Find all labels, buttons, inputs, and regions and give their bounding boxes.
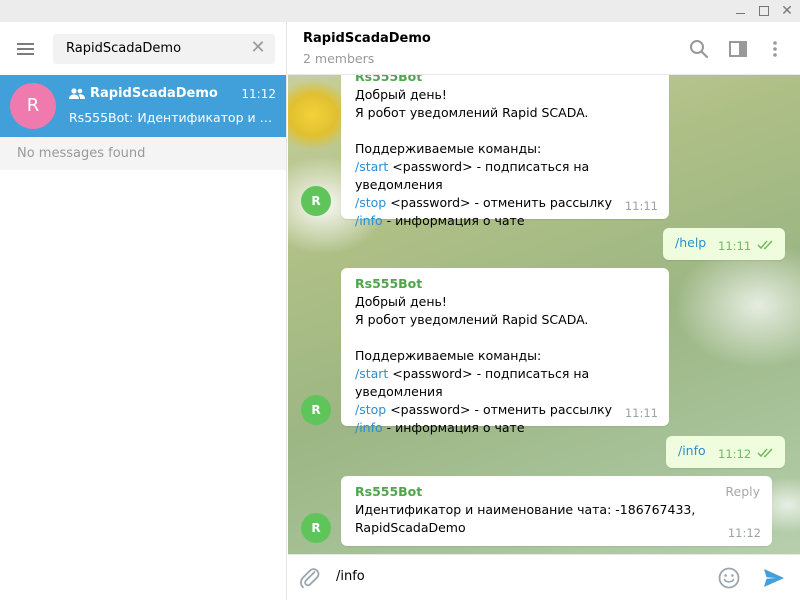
window-titlebar: ✕ <box>0 0 800 22</box>
avatar[interactable]: R <box>301 513 331 543</box>
outgoing-text[interactable]: /info <box>678 443 706 458</box>
avatar: R <box>10 83 56 129</box>
outgoing-message[interactable]: /info 11:12 <box>666 436 785 468</box>
command-line: /start <password> - подписаться на уведо… <box>355 365 669 401</box>
chat-name: RapidScadaDemo <box>90 86 218 101</box>
message-bubble[interactable]: Rs555Bot Добрый день! Я робот уведомлени… <box>341 75 669 228</box>
command-line: /stop <password> - отменить рассылку <box>355 194 669 212</box>
message-text: Идентификатор и наименование чата: -1867… <box>355 502 696 517</box>
chat-title[interactable]: RapidScadaDemo <box>303 31 431 46</box>
message-time: 11:11 <box>624 199 658 213</box>
hamburger-menu-icon[interactable] <box>15 41 37 57</box>
command-link[interactable]: /info <box>355 213 383 228</box>
search-field[interactable]: RapidScadaDemo ✕ <box>53 34 275 64</box>
reply-button[interactable]: Reply <box>725 483 760 501</box>
double-check-icon <box>757 240 773 250</box>
message-sender[interactable]: Rs555Bot <box>355 75 669 86</box>
command-desc: <password> - подписаться на уведомления <box>355 159 590 192</box>
chat-time: 11:12 <box>241 87 276 101</box>
command-line: /info - информация о чате <box>355 419 669 437</box>
outgoing-text[interactable]: /help <box>675 235 706 250</box>
attach-icon[interactable] <box>298 566 322 590</box>
search-icon[interactable] <box>688 38 710 60</box>
command-desc: - информация о чате <box>382 420 525 435</box>
command-desc: <password> - отменить рассылку <box>386 402 613 417</box>
message-sender[interactable]: Rs555Bot <box>355 483 772 501</box>
command-desc: - информация о чате <box>382 213 525 228</box>
message-bubble[interactable]: Rs555Bot Идентификатор и наименование ча… <box>341 476 772 546</box>
command-link[interactable]: /stop <box>355 195 386 210</box>
command-link[interactable]: /start <box>355 159 388 174</box>
double-check-icon <box>757 448 773 458</box>
group-chat-icon <box>69 88 85 99</box>
search-input[interactable]: RapidScadaDemo <box>66 41 181 56</box>
message-input[interactable]: /info <box>336 569 365 584</box>
command-link[interactable]: /start <box>355 366 388 381</box>
message-greeting: Добрый день! <box>355 294 447 309</box>
close-window-button[interactable]: ✕ <box>778 2 796 20</box>
message-commands-title: Поддерживаемые команды: <box>355 348 542 363</box>
message-commands-title: Поддерживаемые команды: <box>355 141 542 156</box>
command-desc: <password> - подписаться на уведомления <box>355 366 590 399</box>
emoji-icon[interactable] <box>717 566 741 590</box>
message-time: 11:12 <box>718 447 752 461</box>
minimize-window-button[interactable] <box>732 2 750 20</box>
chat-messages-area[interactable]: Rs555Bot Добрый день! Я робот уведомлени… <box>288 75 800 554</box>
message-sender[interactable]: Rs555Bot <box>355 275 669 293</box>
command-link[interactable]: /stop <box>355 402 386 417</box>
no-messages-found: No messages found <box>0 137 286 170</box>
command-line: /stop <password> - отменить рассылку <box>355 401 669 419</box>
chat-preview: Rs555Bot: Идентификатор и наименование ч… <box>69 110 279 125</box>
message-bubble[interactable]: Rs555Bot Добрый день! Я робот уведомлени… <box>341 268 669 435</box>
command-link[interactable]: /info <box>355 420 383 435</box>
message-intro: Я робот уведомлений Rapid SCADA. <box>355 312 589 327</box>
maximize-window-button[interactable] <box>755 2 773 20</box>
message-greeting: Добрый день! <box>355 87 447 102</box>
send-icon[interactable] <box>762 566 786 590</box>
chat-header: RapidScadaDemo 2 members <box>288 22 800 75</box>
message-text: RapidScadaDemo <box>355 520 466 535</box>
more-options-icon[interactable] <box>764 38 786 60</box>
message-time: 11:12 <box>727 526 761 540</box>
clear-search-icon[interactable]: ✕ <box>248 38 268 58</box>
message-time: 11:11 <box>624 406 658 420</box>
outgoing-message[interactable]: /help 11:11 <box>663 228 785 260</box>
command-line: /info - информация о чате <box>355 212 669 230</box>
avatar[interactable]: R <box>301 186 331 216</box>
chat-list-item-rapidscadademo[interactable]: R RapidScadaDemo 11:12 Rs555Bot: Идентиф… <box>0 75 286 137</box>
command-desc: <password> - отменить рассылку <box>386 195 613 210</box>
chat-list-panel: RapidScadaDemo ✕ R RapidScadaDemo 11:12 … <box>0 22 287 600</box>
message-intro: Я робот уведомлений Rapid SCADA. <box>355 105 589 120</box>
sidebar-toggle-icon[interactable] <box>727 38 749 60</box>
message-input-bar: /info <box>288 554 800 600</box>
message-time: 11:11 <box>718 239 752 253</box>
command-line: /start <password> - подписаться на уведо… <box>355 158 669 194</box>
avatar[interactable]: R <box>301 395 331 425</box>
members-count[interactable]: 2 members <box>303 51 374 66</box>
